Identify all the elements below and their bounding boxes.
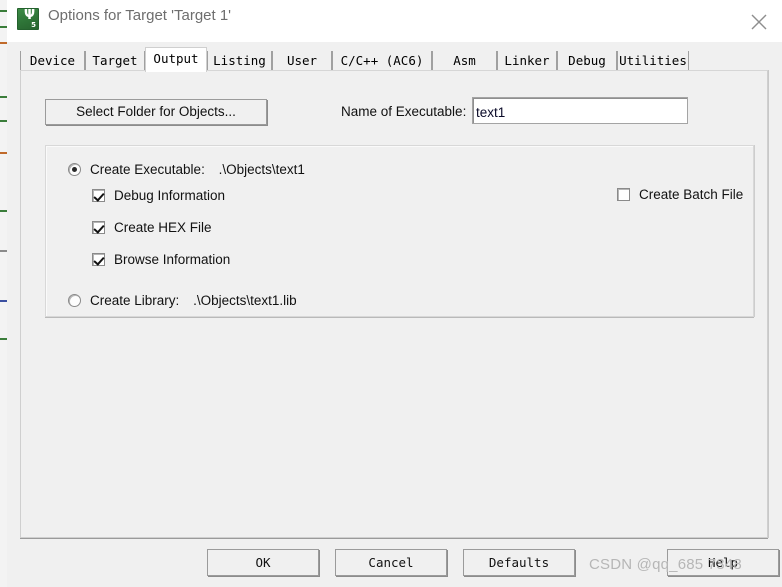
create-library-radio[interactable]: Create Library: .\Objects\text1.lib (68, 292, 297, 308)
tab-c-cpp-ac6[interactable]: C/C++ (AC6) (332, 51, 432, 71)
create-hex-file-label: Create HEX File (114, 219, 212, 235)
radio-indicator (68, 162, 81, 176)
tab-device[interactable]: Device (20, 51, 85, 71)
debug-information-checkbox[interactable]: Debug Information (92, 187, 225, 203)
create-executable-radio[interactable]: Create Executable: .\Objects\text1 (68, 161, 305, 177)
create-batch-file-label: Create Batch File (639, 186, 744, 202)
checkbox-indicator (617, 187, 630, 201)
name-of-executable-input[interactable] (472, 97, 688, 124)
tab-strip: Device Target Output Listing User C/C++ … (20, 47, 768, 72)
output-tab-page: Select Folder for Objects... Name of Exe… (20, 70, 768, 538)
tab-linker[interactable]: Linker (497, 51, 557, 71)
browse-information-label: Browse Information (114, 251, 231, 267)
tab-asm[interactable]: Asm (432, 51, 497, 71)
ok-button[interactable]: OK (207, 549, 319, 576)
background-ide-sliver (0, 0, 7, 587)
uvision-icon: Ψ 5 (17, 8, 39, 30)
create-executable-path: .\Objects\text1 (218, 161, 305, 177)
browse-information-checkbox[interactable]: Browse Information (92, 251, 230, 267)
name-of-executable-label: Name of Executable: (341, 104, 467, 119)
tab-utilities[interactable]: Utilities (617, 51, 689, 71)
create-library-path: .\Objects\text1.lib (193, 292, 297, 308)
select-folder-for-objects-button[interactable]: Select Folder for Objects... (45, 99, 267, 125)
dialog-body: Ψ 5 Options for Target 'Target 1' Device… (7, 0, 782, 587)
csdn-watermark: CSDN @qq_685 7348 (589, 556, 742, 573)
window-title: Options for Target 'Target 1' (48, 7, 232, 24)
tab-target[interactable]: Target (85, 51, 145, 71)
checkbox-indicator (92, 252, 105, 266)
checkbox-indicator (92, 188, 105, 202)
close-icon[interactable] (736, 0, 782, 41)
create-library-label: Create Library: (90, 292, 180, 308)
tab-output[interactable]: Output (145, 47, 207, 72)
create-hex-file-checkbox[interactable]: Create HEX File (92, 219, 212, 235)
create-batch-file-checkbox[interactable]: Create Batch File (617, 186, 743, 202)
radio-indicator (68, 293, 81, 307)
tab-debug[interactable]: Debug (557, 51, 617, 71)
output-options-group: Create Executable: .\Objects\text1 Debug… (45, 145, 754, 317)
tab-listing[interactable]: Listing (207, 51, 272, 71)
tab-user[interactable]: User (272, 51, 332, 71)
title-bar: Ψ 5 Options for Target 'Target 1' (7, 0, 782, 42)
create-executable-label: Create Executable: (90, 161, 205, 177)
defaults-button[interactable]: Defaults (463, 549, 575, 576)
debug-information-label: Debug Information (114, 187, 226, 203)
checkbox-indicator (92, 220, 105, 234)
options-dialog-window: Ψ 5 Options for Target 'Target 1' Device… (0, 0, 782, 587)
cancel-button[interactable]: Cancel (335, 549, 447, 576)
